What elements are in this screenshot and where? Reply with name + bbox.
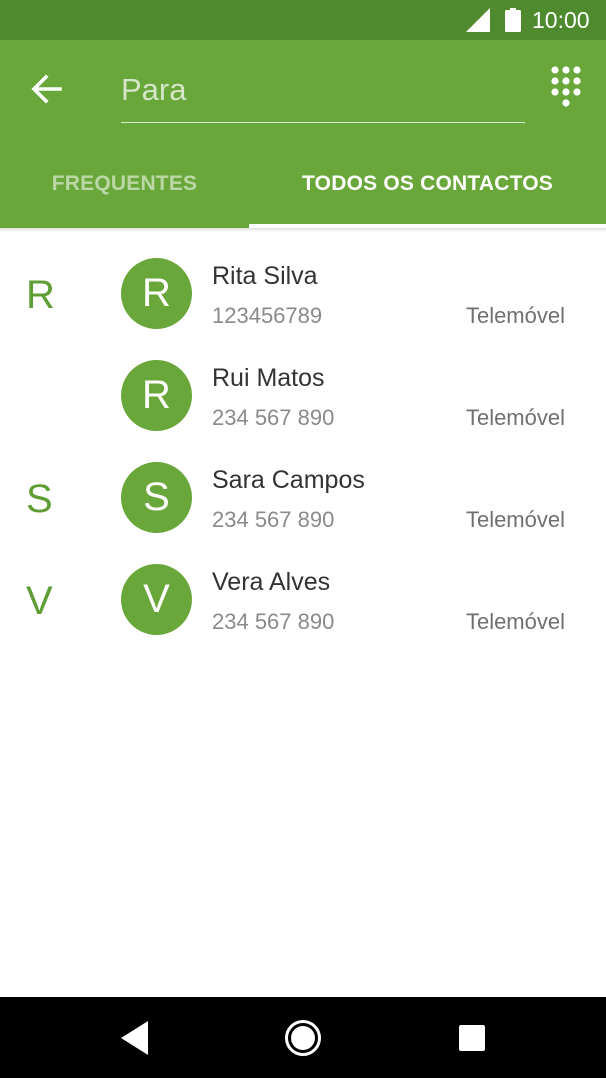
contact-row[interactable]: V V Vera Alves 234 567 890 Telemóvel bbox=[0, 548, 606, 650]
app-bar: FREQUENTES TODOS OS CONTACTOS bbox=[0, 40, 606, 228]
section-letter: S bbox=[26, 477, 53, 521]
contact-number: 234 567 890 bbox=[212, 507, 335, 532]
back-button[interactable] bbox=[22, 64, 72, 114]
contact-row[interactable]: R R Rita Silva 123456789 Telemóvel bbox=[0, 242, 606, 344]
back-triangle-icon[interactable] bbox=[118, 1019, 152, 1057]
arrow-left-icon bbox=[31, 74, 62, 104]
contact-number-type: Telemóvel bbox=[465, 609, 565, 634]
signal-icon bbox=[466, 8, 490, 32]
contact-number-type: Telemóvel bbox=[465, 405, 565, 430]
status-time: 10:00 bbox=[532, 7, 590, 33]
contact-row[interactable]: S S Sara Campos 234 567 890 Telemóvel bbox=[0, 446, 606, 548]
contact-number-type: Telemóvel bbox=[465, 303, 565, 328]
home-circle-icon[interactable] bbox=[284, 1019, 322, 1057]
app-bar-shadow bbox=[0, 228, 606, 232]
avatar: S bbox=[121, 462, 192, 533]
search-input[interactable] bbox=[121, 62, 525, 118]
avatar: R bbox=[121, 360, 192, 431]
recents-square-icon[interactable] bbox=[458, 1024, 486, 1052]
avatar: V bbox=[121, 564, 192, 635]
navigation-bar bbox=[0, 997, 606, 1078]
tab-frequentes[interactable]: FREQUENTES bbox=[0, 150, 249, 228]
contact-name: Rita Silva bbox=[212, 262, 318, 290]
dialpad-button[interactable] bbox=[544, 64, 588, 112]
status-bar: 10:00 bbox=[0, 0, 606, 40]
battery-icon bbox=[505, 8, 521, 32]
contact-number: 123456789 bbox=[212, 303, 323, 328]
contact-list: R R Rita Silva 123456789 Telemóvel R Rui… bbox=[0, 242, 606, 650]
search-field bbox=[121, 62, 525, 123]
dialpad-icon bbox=[551, 66, 581, 107]
contact-name: Rui Matos bbox=[212, 364, 325, 392]
avatar: R bbox=[121, 258, 192, 329]
contact-name: Sara Campos bbox=[212, 466, 365, 494]
section-letter: V bbox=[26, 579, 53, 623]
tab-todos-os-contactos[interactable]: TODOS OS CONTACTOS bbox=[249, 150, 606, 228]
contact-number-type: Telemóvel bbox=[465, 507, 565, 532]
contact-name: Vera Alves bbox=[212, 568, 331, 596]
contact-number: 234 567 890 bbox=[212, 609, 335, 634]
contact-row[interactable]: R Rui Matos 234 567 890 Telemóvel bbox=[0, 344, 606, 446]
section-letter: R bbox=[26, 273, 55, 317]
contact-number: 234 567 890 bbox=[212, 405, 335, 430]
phone-screen: 10:00 FREQUENTES TODOS OS CONTACTOS bbox=[0, 0, 606, 1078]
